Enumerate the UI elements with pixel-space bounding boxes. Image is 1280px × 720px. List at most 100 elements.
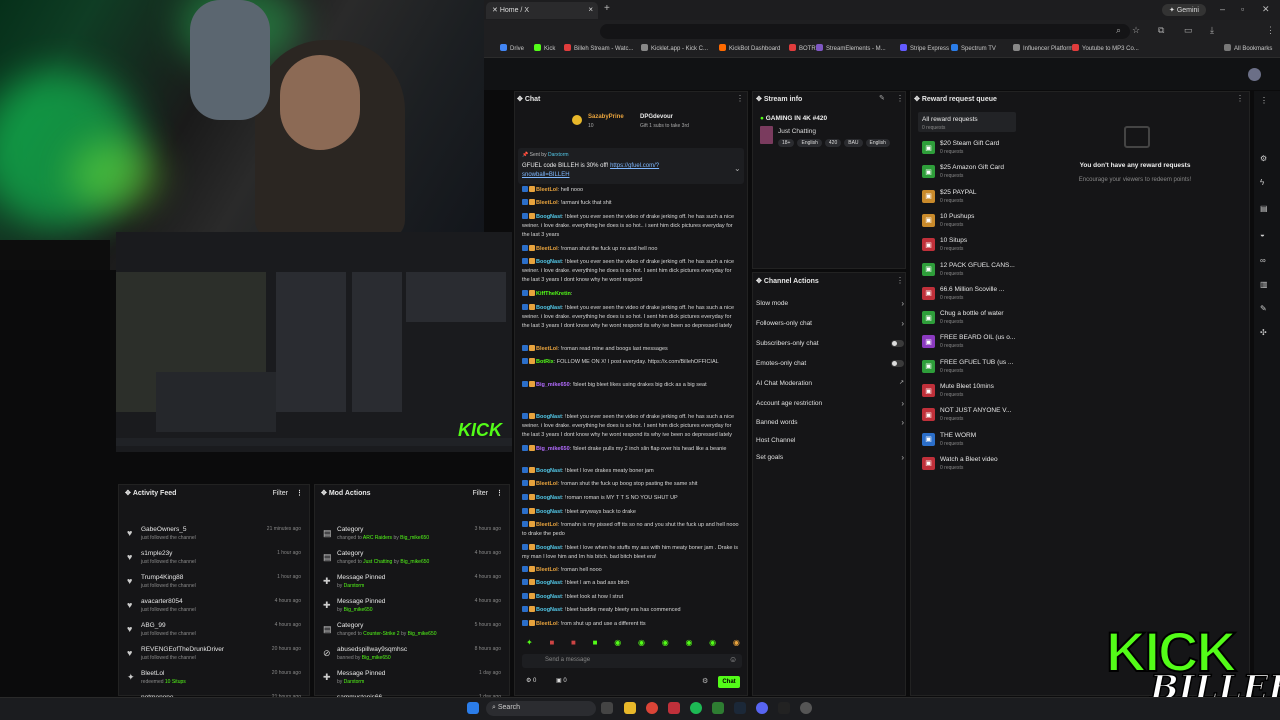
channel-action-item[interactable]: Followers-only chat › [756,319,906,328]
chevron-down-icon[interactable]: ⌄ [734,164,741,173]
activity-item[interactable]: ♥ ABG_99 just followed the channel 4 hours … [119,619,309,643]
reward-item[interactable]: ▣ 12 PACK GFUEL CANS... 0 requests [920,259,1015,283]
menu-icon[interactable]: ⋮ [1266,25,1275,36]
activity-item[interactable]: ♥ avacarter8054 just followed the channel 4… [119,595,309,619]
chat-username[interactable]: BoogNast [536,214,562,220]
chat-username[interactable]: BoogNast [536,468,562,474]
avatar[interactable] [1248,68,1261,81]
obs-icon[interactable] [778,702,790,714]
chat-message[interactable]: BoogNast: !bleet you ever seen the video… [522,258,740,285]
chat-message[interactable]: BleetLol: hell nooo [522,186,740,195]
bookmark-item[interactable]: KickBot Dashboard [719,44,780,52]
mod-menu-icon[interactable]: ⋮ [496,489,503,497]
excel-icon[interactable] [712,702,724,714]
channel-action-item[interactable]: Subscribers-only chat [756,340,906,347]
chat-message[interactable]: BoogNast: !bleet anyways back to drake [522,508,740,517]
chat-message[interactable]: BleetLol: !roman read mine and boogs las… [522,345,740,354]
chat-message[interactable]: BotRix: FOLLOW ME ON X! I post everyday.… [522,358,740,367]
toggle-switch[interactable] [891,360,904,367]
discord-icon[interactable] [756,702,768,714]
chat-username[interactable]: BoogNast [536,495,562,501]
chat-username[interactable]: BoogNast [536,545,562,551]
reward-item[interactable]: ▣ 10 Situps 0 requests [920,234,1015,258]
maximize-icon[interactable]: ▫ [1241,4,1244,14]
chat-message[interactable]: BoogNast: !bleet I love when he stuffs m… [522,544,740,562]
channel-action-item[interactable]: Emotes-only chat [756,360,906,367]
chat-message[interactable]: BleetLol: !armani fuck that shit [522,199,740,208]
bookmark-item[interactable]: Stripe Express [900,44,949,52]
chat-username[interactable]: Big_mike650 [536,446,570,452]
activity-item[interactable]: ♥ Trump4King88 just followed the channel 1 … [119,571,309,595]
activity-item[interactable]: ♥ s1mple23y just followed the channel 1 hou… [119,547,309,571]
chat-username[interactable]: BleetLol [536,346,558,352]
activity-username[interactable]: Trump4King88 [141,574,183,581]
chat-message[interactable]: BoogNast: !bleet I am a bad ass bitch [522,579,740,588]
stream-tag[interactable]: English [865,139,890,147]
all-bookmarks[interactable]: All Bookmarks [1224,44,1272,52]
chat-username[interactable]: BoogNast [536,305,562,311]
chat-username[interactable]: BoogNast [536,259,562,265]
activity-menu-icon[interactable]: ⋮ [296,489,303,497]
settings-icon[interactable]: ⚙ [1260,154,1267,163]
stream-category[interactable]: Just Chatting [778,128,816,135]
top-gifter-1[interactable]: SazabyPrine [588,114,624,120]
app-icon-red[interactable] [668,702,680,714]
activity-username[interactable]: ABG_99 [141,622,166,629]
activity-filter-button[interactable]: Filter [272,490,288,497]
reward-item[interactable]: ▣ FREE GFUEL TUB (us ... 0 requests [920,356,1015,380]
new-tab-icon[interactable]: + [604,3,610,14]
reward-item[interactable]: ▣ 10 Pushups 0 requests [920,210,1015,234]
spotify-icon[interactable] [690,702,702,714]
search-icon[interactable]: ⌕ [1116,25,1121,36]
stream-tag[interactable]: 420 [824,139,842,147]
chat-message[interactable]: BoogNast: !bleet you ever seen the video… [522,413,740,440]
chat-message[interactable]: BoogNast: !bleet I love drakes meaty bon… [522,467,740,476]
link-icon[interactable]: ∞ [1260,256,1266,265]
reward-item[interactable]: ▣ NOT JUST ANYONE V... 0 requests [920,404,1015,428]
stream-tag[interactable]: BAU [844,139,863,147]
chat-username[interactable]: BoogNast [536,607,562,613]
stream-info-menu-icon[interactable]: ⋮ [896,94,904,103]
storage-icon[interactable]: ▥ [1260,280,1268,289]
chat-message[interactable]: BleetLol: !rom shut up and use a differe… [522,620,740,629]
chat-username[interactable]: BleetLol [536,481,558,487]
mod-action-item[interactable]: ✚ Message Pinned by Big_mike650 4 hours ago [315,595,509,619]
channel-action-item[interactable]: Host Channel [756,437,906,444]
chat-username[interactable]: BleetLol [536,567,558,573]
address-field[interactable] [600,24,1130,39]
emoji-icon[interactable]: ☺ [729,655,737,664]
chat-username[interactable]: BleetLol [536,200,558,206]
browser-tab[interactable]: ✕ Home / X × [486,2,598,19]
toggle-switch[interactable] [891,340,904,347]
chat-message[interactable]: BleetLol: !roman shut the fuck up boog s… [522,480,740,489]
activity-username[interactable]: s1mple23y [141,550,172,557]
chat-message[interactable]: BoogNast: !roman roman is MY T T S NO YO… [522,494,740,503]
stream-tag[interactable]: English [797,139,822,147]
chat-settings-icon[interactable]: ⚙ [702,677,708,685]
bookmark-item[interactable]: Spectrum TV [951,44,996,52]
channel-action-item[interactable]: Slow mode › [756,299,906,308]
sidebar-icon[interactable]: ▭ [1184,25,1193,36]
mod-filter-button[interactable]: Filter [472,490,488,497]
more-icon[interactable]: ⋮ [1260,96,1268,105]
chat-message[interactable]: BoogNast: !bleet baddie meaty bleety era… [522,606,740,615]
chat-username[interactable]: BoogNast [536,414,562,420]
chat-username[interactable]: BoogNast [536,509,562,515]
reward-item[interactable]: ▣ $25 PAYPAL 0 requests [920,186,1015,210]
task-view-icon[interactable] [601,702,613,714]
chat-username[interactable]: BleetLol [536,246,558,252]
plug-icon[interactable]: ✣ [1260,328,1267,337]
chat-message[interactable]: BoogNast: !bleet you ever seen the video… [522,304,740,331]
chat-username[interactable]: KiffTheKretin [536,291,571,297]
channel-action-item[interactable]: Banned words › [756,418,906,427]
download-icon[interactable]: ⤓ [1210,25,1214,36]
file-explorer-icon[interactable] [624,702,636,714]
chat-message[interactable]: BoogNast: !bleet you ever seen the video… [522,213,740,240]
activity-item[interactable]: ✦ BleetLol redeemed 10 Situps 20 hours ago [119,667,309,691]
windows-start-icon[interactable] [467,702,479,714]
chat-message[interactable]: KiffTheKretin: [522,290,740,299]
channel-actions-menu-icon[interactable]: ⋮ [896,276,904,285]
chat-message[interactable]: BleetLol: !roman shut the fuck up no and… [522,245,740,254]
chat-username[interactable]: Big_mike650 [536,382,570,388]
reward-item[interactable]: ▣ FREE BEARD OIL (us o... 0 requests [920,331,1015,355]
